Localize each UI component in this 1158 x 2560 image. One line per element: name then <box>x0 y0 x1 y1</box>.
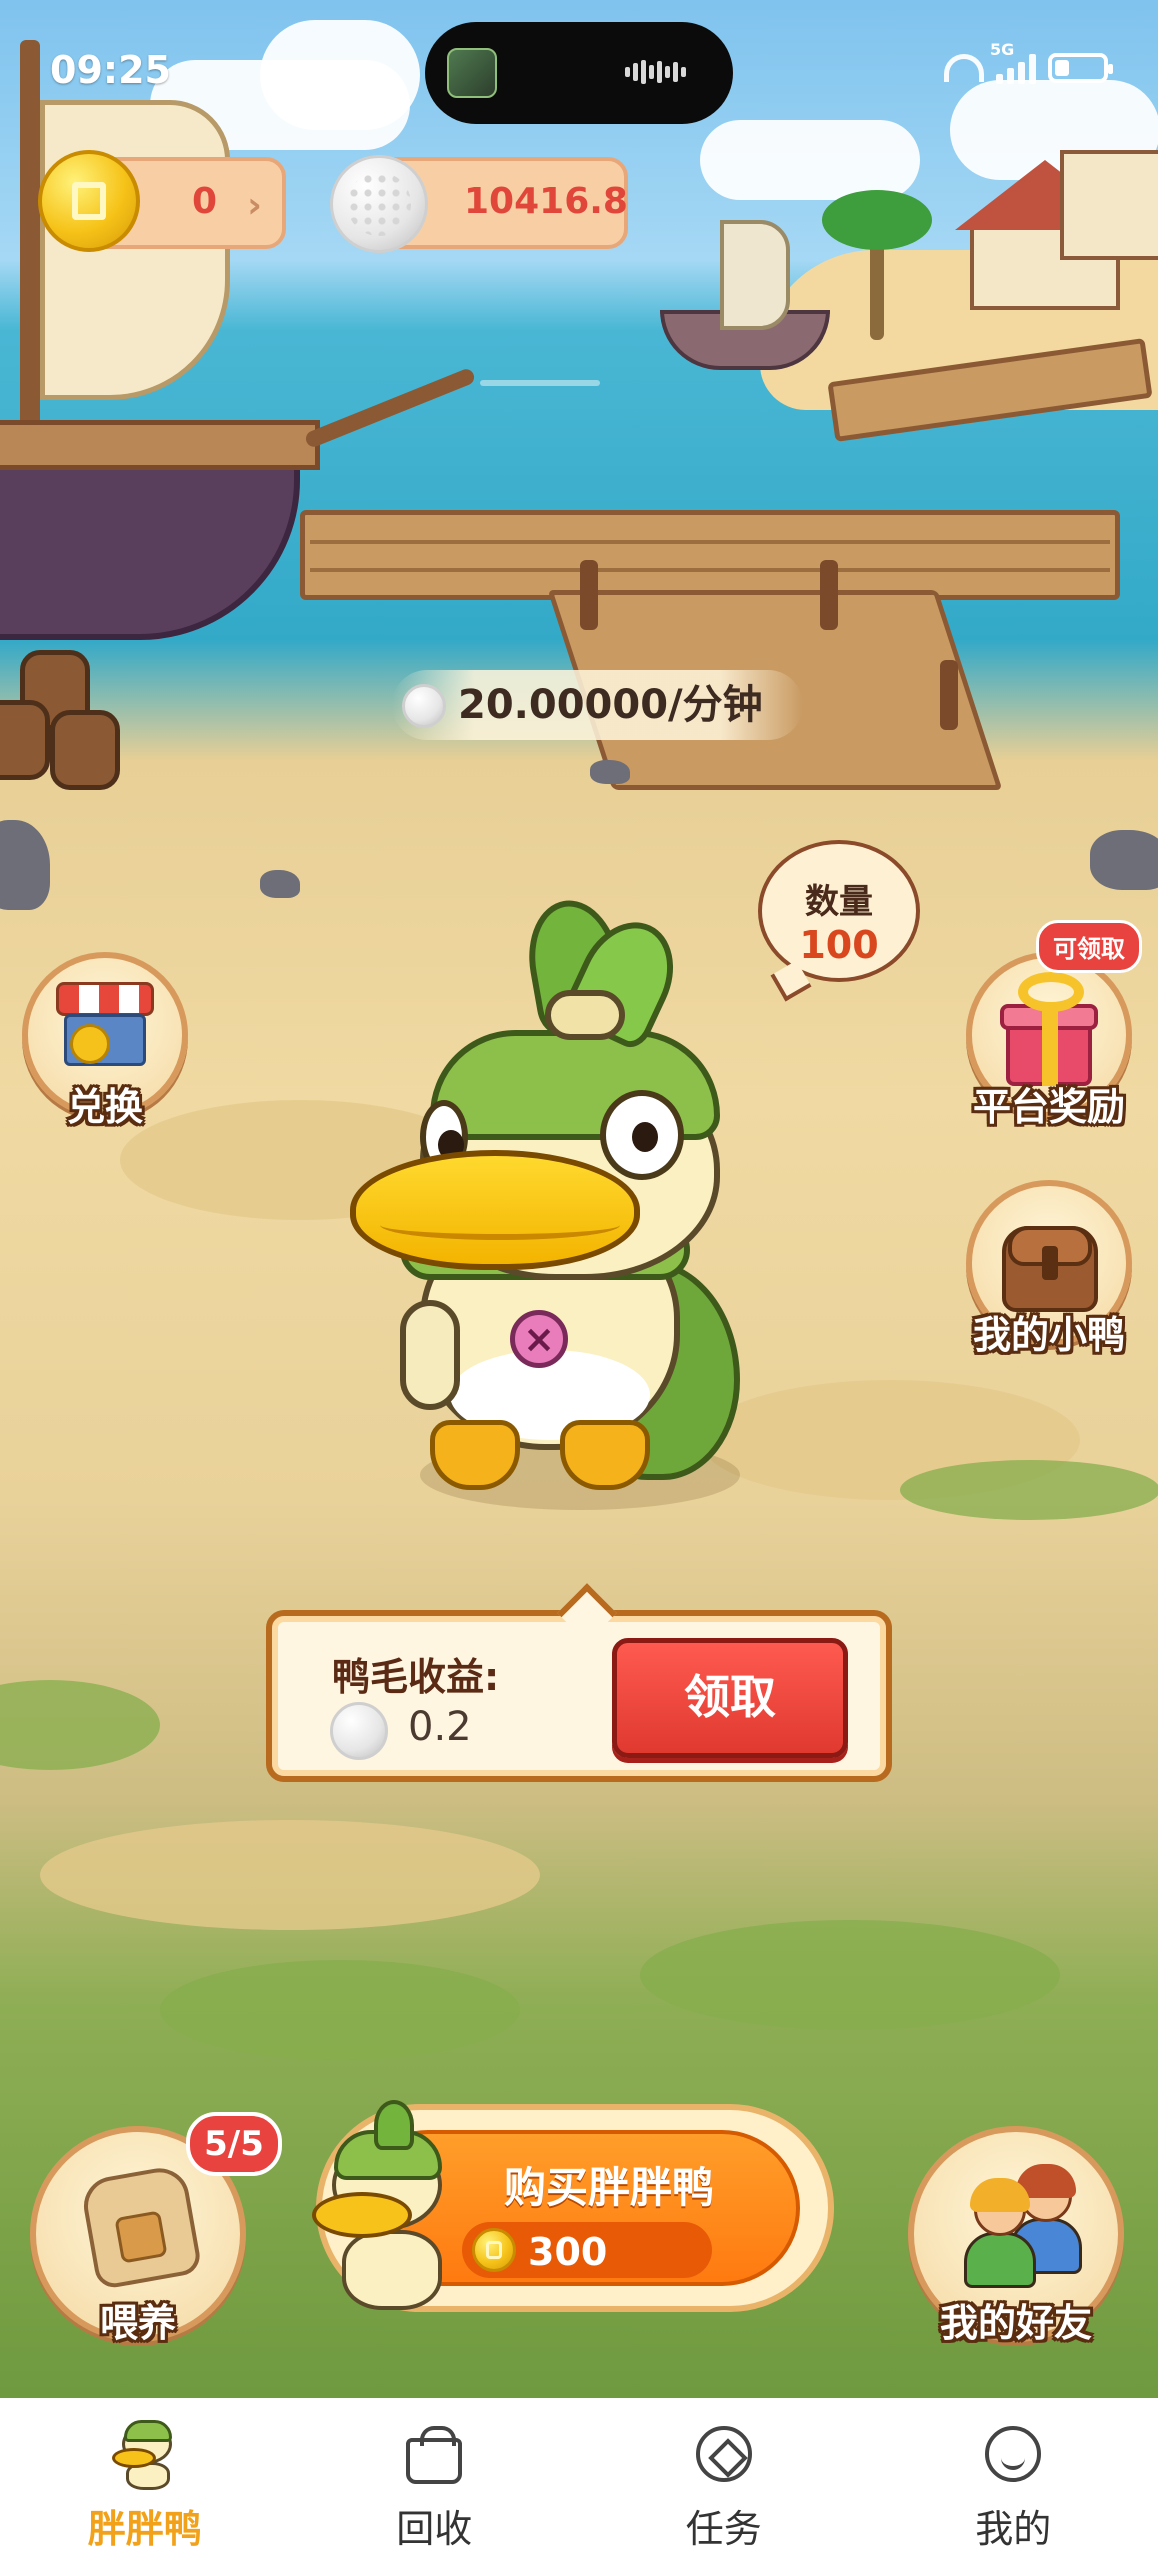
sea-shine <box>480 380 600 386</box>
barrel <box>0 700 50 780</box>
coin-icon <box>70 1024 110 1064</box>
ship-bowsprit <box>303 366 477 450</box>
duck-quantity-bubble: 数量 100 <box>758 840 920 982</box>
buy-duck-title: 购买胖胖鸭 <box>504 2163 715 2212</box>
duck-beak-line <box>380 1210 620 1240</box>
my-duck-label: 我的小鸭 <box>972 1313 1126 1357</box>
ship-sail <box>40 100 230 400</box>
earnings-label: 鸭毛收益: <box>332 1655 500 1699</box>
dynamic-island <box>425 22 733 124</box>
feed-label: 喂养 <box>99 2301 177 2345</box>
shop-awning-icon <box>56 982 154 1016</box>
rock <box>260 870 300 898</box>
quantity-value: 100 <box>799 923 879 967</box>
rock <box>0 820 50 910</box>
dock-post <box>580 560 598 630</box>
status-icons: 5G <box>944 40 1113 84</box>
exchange-label: 兑换 <box>66 1085 144 1129</box>
status-time: 09:25 <box>50 48 171 92</box>
duck-foot <box>430 1420 520 1490</box>
gift-bow <box>1018 972 1084 1012</box>
buy-price-value: 300 <box>528 2230 608 2274</box>
wool-ball-icon <box>402 684 446 728</box>
distant-boat-sail <box>720 220 790 330</box>
dock-pier <box>300 510 1120 600</box>
grass-patch <box>640 1920 1060 2030</box>
production-rate-text: 20.00000/分钟 <box>458 682 763 728</box>
grass-patch <box>900 1460 1158 1520</box>
audio-wave-icon <box>625 60 703 84</box>
nav-tab-recycle[interactable]: 回收 <box>290 2398 580 2560</box>
smiley-icon <box>985 2426 1042 2482</box>
backpack-strap <box>1042 1246 1058 1280</box>
friend-avatar-icon <box>964 2178 1036 2288</box>
dock-post <box>940 660 958 730</box>
nav-label: 回收 <box>396 2507 473 2551</box>
platform-reward-label: 平台奖励 <box>972 1085 1126 1129</box>
gift-ribbon <box>1042 1004 1058 1086</box>
my-friends-button[interactable]: 我的好友 <box>908 2126 1124 2345</box>
grass-patch <box>0 1680 160 1770</box>
barrel <box>50 710 120 790</box>
duck-eye <box>600 1090 684 1180</box>
shopping-bag-icon <box>406 2426 463 2484</box>
dock-post <box>820 560 838 630</box>
my-duck-button[interactable]: 我的小鸭 <box>966 1180 1132 1357</box>
exchange-button[interactable]: 兑换 <box>22 952 188 1129</box>
network-type-label: 5G <box>990 40 1015 59</box>
claim-button[interactable]: 领取 <box>612 1638 848 1758</box>
claimable-badge: 可领取 <box>1036 920 1142 973</box>
duck-wing <box>400 1300 460 1410</box>
feather-earnings-panel: 鸭毛收益: 0.2 领取 <box>266 1610 892 1782</box>
production-rate-banner: 20.00000/分钟 <box>392 670 803 740</box>
status-bar: 09:25 5G <box>0 0 1158 130</box>
nav-tab-tasks[interactable]: 任务 <box>579 2398 869 2560</box>
battery-icon <box>1048 53 1113 83</box>
ship-deck <box>0 420 320 470</box>
coin-balance-value: 0 <box>192 181 218 222</box>
task-diamond-icon <box>695 2426 752 2482</box>
dock-plank <box>310 540 1110 544</box>
mini-duck-icon <box>312 2100 462 2320</box>
feed-count-badge: 5/5 <box>186 2112 282 2176</box>
gold-coin-icon <box>472 2228 516 2272</box>
feed-biscuit-icon <box>114 2210 168 2264</box>
platform-reward-button[interactable]: 平台奖励 <box>966 952 1132 1129</box>
my-friends-label: 我的好友 <box>939 2301 1093 2345</box>
duck-character[interactable] <box>350 880 780 1540</box>
duck-button-icon <box>510 1310 568 1368</box>
dock-plank <box>310 568 1110 572</box>
app-thumbnail-icon <box>447 48 497 98</box>
gold-coin-icon <box>38 150 140 252</box>
wool-balance-value: 10416.8 <box>464 181 628 222</box>
palm-leaves <box>822 190 932 250</box>
nav-label: 任务 <box>685 2507 762 2551</box>
ship-hull <box>0 440 300 640</box>
nav-label: 胖胖鸭 <box>87 2507 202 2551</box>
house <box>1060 150 1158 260</box>
buy-price-tag: 300 <box>462 2222 712 2278</box>
quantity-label: 数量 <box>805 882 873 922</box>
chevron-right-icon: › <box>247 185 262 226</box>
sand-patch <box>40 1820 540 1930</box>
earnings-value: 0.2 <box>408 1704 472 1750</box>
rock <box>1090 830 1158 890</box>
duck-hood-knot <box>545 990 625 1040</box>
nav-label: 我的 <box>975 2507 1052 2551</box>
nav-tab-me[interactable]: 我的 <box>869 2398 1158 2560</box>
wool-ball-icon <box>330 1702 388 1760</box>
nav-tab-fat-duck[interactable]: 胖胖鸭 <box>0 2398 290 2560</box>
cloud <box>700 120 920 200</box>
bottom-navigation: 胖胖鸭 回收 任务 我的 <box>0 2398 1158 2560</box>
rock <box>590 760 630 784</box>
wifi-icon <box>944 54 984 82</box>
duck-foot <box>560 1420 650 1490</box>
wool-ball-icon <box>330 155 428 253</box>
duck-icon <box>110 2410 180 2490</box>
cell-signal-icon: 5G <box>990 40 1036 84</box>
grass-patch <box>160 1960 520 2060</box>
battery-level-fill <box>1055 60 1069 76</box>
